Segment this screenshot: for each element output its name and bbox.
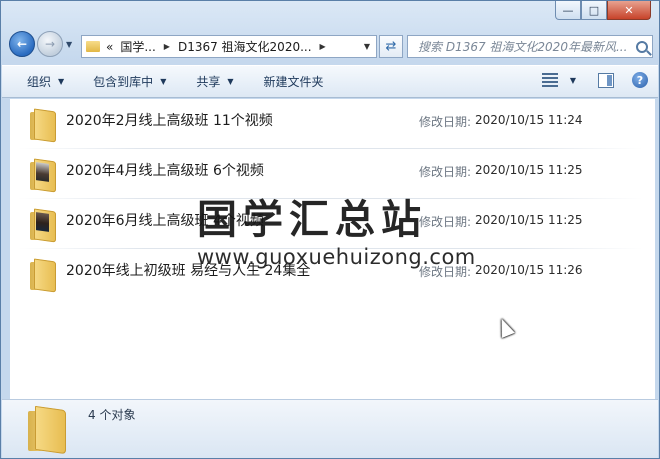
minimize-button[interactable]: — bbox=[555, 1, 581, 20]
folder-icon bbox=[30, 258, 56, 293]
help-icon[interactable]: ? bbox=[632, 72, 648, 88]
caption-buttons: — □ ✕ bbox=[555, 1, 651, 20]
file-name[interactable]: 2020年4月线上高级班 6个视频 bbox=[66, 160, 264, 180]
include-in-library-label: 包含到库中 bbox=[93, 75, 154, 89]
search-input[interactable] bbox=[418, 39, 634, 54]
breadcrumb-item-current[interactable]: D1367 祖海文化2020... bbox=[178, 38, 312, 55]
organize-menu[interactable]: 组织 ▼ bbox=[27, 73, 64, 90]
new-folder-label: 新建文件夹 bbox=[263, 75, 324, 89]
breadcrumb-item-guoxue[interactable]: 国学... bbox=[120, 38, 155, 55]
maximize-button[interactable]: □ bbox=[581, 1, 607, 20]
share-menu[interactable]: 共享 ▼ bbox=[196, 73, 233, 90]
breadcrumb-separator-icon[interactable]: ▶ bbox=[320, 42, 326, 51]
navigation-buttons: ← → ▼ bbox=[9, 31, 72, 57]
folder-icon bbox=[28, 405, 66, 455]
close-button[interactable]: ✕ bbox=[607, 1, 651, 20]
command-bar: 组织 ▼ 包含到库中 ▼ 共享 ▼ 新建文件夹 ▼ ? bbox=[2, 65, 658, 98]
modified-label: 修改日期: bbox=[419, 165, 472, 179]
modified-date: 2020/10/15 11:25 bbox=[475, 213, 583, 227]
item-count: 4 个对象 bbox=[88, 408, 136, 422]
recent-pages-dropdown-icon[interactable]: ▼ bbox=[66, 40, 72, 49]
refresh-icon: ⇄ bbox=[385, 39, 397, 54]
details-pane: 4 个对象 bbox=[2, 399, 658, 458]
toolbar-right: ▼ ? bbox=[541, 72, 648, 88]
share-label: 共享 bbox=[196, 75, 221, 89]
watermark-url: www.guoxuehuizong.com bbox=[197, 245, 476, 269]
explorer-window: — □ ✕ ← → ▼ « 国学... ▶ D1367 祖海文化2020... … bbox=[0, 0, 660, 459]
chevron-down-icon: ▼ bbox=[227, 77, 234, 86]
modified-date: 2020/10/15 11:25 bbox=[475, 163, 583, 177]
watermark-title: 国学汇总站 bbox=[197, 197, 427, 243]
folder-thumbnail-icon bbox=[30, 158, 56, 193]
include-in-library-menu[interactable]: 包含到库中 ▼ bbox=[93, 73, 166, 90]
address-bar[interactable]: « 国学... ▶ D1367 祖海文化2020... ▶ ▼ bbox=[81, 35, 377, 58]
view-options-dropdown-icon[interactable]: ▼ bbox=[570, 76, 576, 85]
address-dropdown-icon[interactable]: ▼ bbox=[364, 42, 370, 51]
chevron-down-icon: ▼ bbox=[58, 77, 65, 86]
breadcrumb-overflow[interactable]: « bbox=[106, 40, 113, 54]
organize-label: 组织 bbox=[27, 75, 52, 89]
forward-button[interactable]: → bbox=[37, 31, 63, 57]
list-item[interactable]: 2020年2月线上高级班 11个视频 修改日期: 2020/10/15 11:2… bbox=[10, 99, 643, 149]
file-name[interactable]: 2020年2月线上高级班 11个视频 bbox=[66, 110, 273, 130]
search-icon[interactable] bbox=[636, 40, 648, 53]
refresh-button[interactable]: ⇄ bbox=[379, 35, 403, 58]
breadcrumb: « 国学... ▶ D1367 祖海文化2020... ▶ bbox=[106, 38, 334, 55]
modified-date: 2020/10/15 11:26 bbox=[475, 263, 583, 277]
search-box[interactable] bbox=[407, 35, 653, 58]
folder-thumbnail-icon bbox=[30, 208, 56, 243]
preview-pane-icon[interactable] bbox=[598, 72, 614, 88]
modified-label: 修改日期: bbox=[419, 115, 472, 129]
chevron-down-icon: ▼ bbox=[160, 77, 167, 86]
modified-date: 2020/10/15 11:24 bbox=[475, 113, 583, 127]
back-button[interactable]: ← bbox=[9, 31, 35, 57]
change-view-icon[interactable] bbox=[541, 73, 558, 87]
folder-icon bbox=[30, 108, 56, 143]
breadcrumb-separator-icon[interactable]: ▶ bbox=[164, 42, 170, 51]
new-folder-button[interactable]: 新建文件夹 bbox=[264, 73, 324, 90]
folder-icon bbox=[86, 41, 100, 52]
